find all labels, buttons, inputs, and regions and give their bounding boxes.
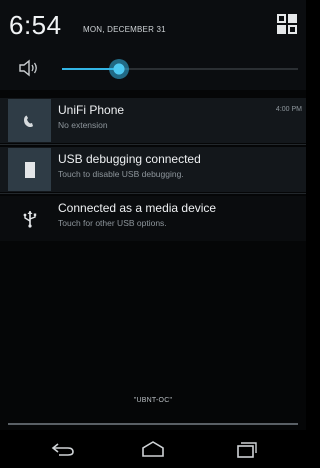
usb-icon — [8, 197, 51, 240]
notification-usb-media[interactable]: Connected as a media device Touch for ot… — [0, 196, 306, 241]
notification-subtitle: Touch for other USB options. — [58, 218, 167, 228]
volume-slider[interactable] — [62, 59, 298, 79]
divider — [0, 193, 306, 194]
speaker-icon[interactable] — [18, 57, 40, 79]
usb-debug-icon — [8, 148, 51, 191]
volume-row — [0, 48, 306, 90]
notification-subtitle: No extension — [58, 120, 108, 130]
notification-title: UniFi Phone — [58, 103, 125, 117]
notification-subtitle: Touch to disable USB debugging. — [58, 169, 184, 179]
notification-shade: 6:54 MON, DECEMBER 31 UniFi Phone No ext… — [0, 0, 306, 468]
notification-title: Connected as a media device — [58, 201, 217, 215]
volume-slider-thumb[interactable] — [109, 59, 129, 79]
recents-icon[interactable] — [232, 438, 258, 460]
home-icon[interactable] — [140, 438, 166, 460]
notification-usb-debugging[interactable]: USB debugging connected Touch to disable… — [0, 147, 306, 192]
clock-time: 6:54 — [9, 10, 62, 40]
shade-drag-handle[interactable] — [8, 423, 298, 425]
shade-header: 6:54 MON, DECEMBER 31 — [0, 0, 306, 48]
notification-unifi-phone[interactable]: UniFi Phone No extension 4:00 PM — [0, 98, 306, 143]
quick-settings-icon[interactable] — [276, 13, 298, 35]
back-icon[interactable] — [50, 438, 76, 460]
carrier-label: "UBNT-OC" — [133, 397, 173, 404]
notification-time: 4:00 PM — [275, 106, 302, 113]
notification-title: USB debugging connected — [58, 152, 201, 166]
clock-date: MON, DECEMBER 31 — [83, 25, 166, 34]
navigation-bar — [0, 430, 306, 468]
divider — [0, 144, 306, 145]
phone-icon — [8, 99, 51, 142]
